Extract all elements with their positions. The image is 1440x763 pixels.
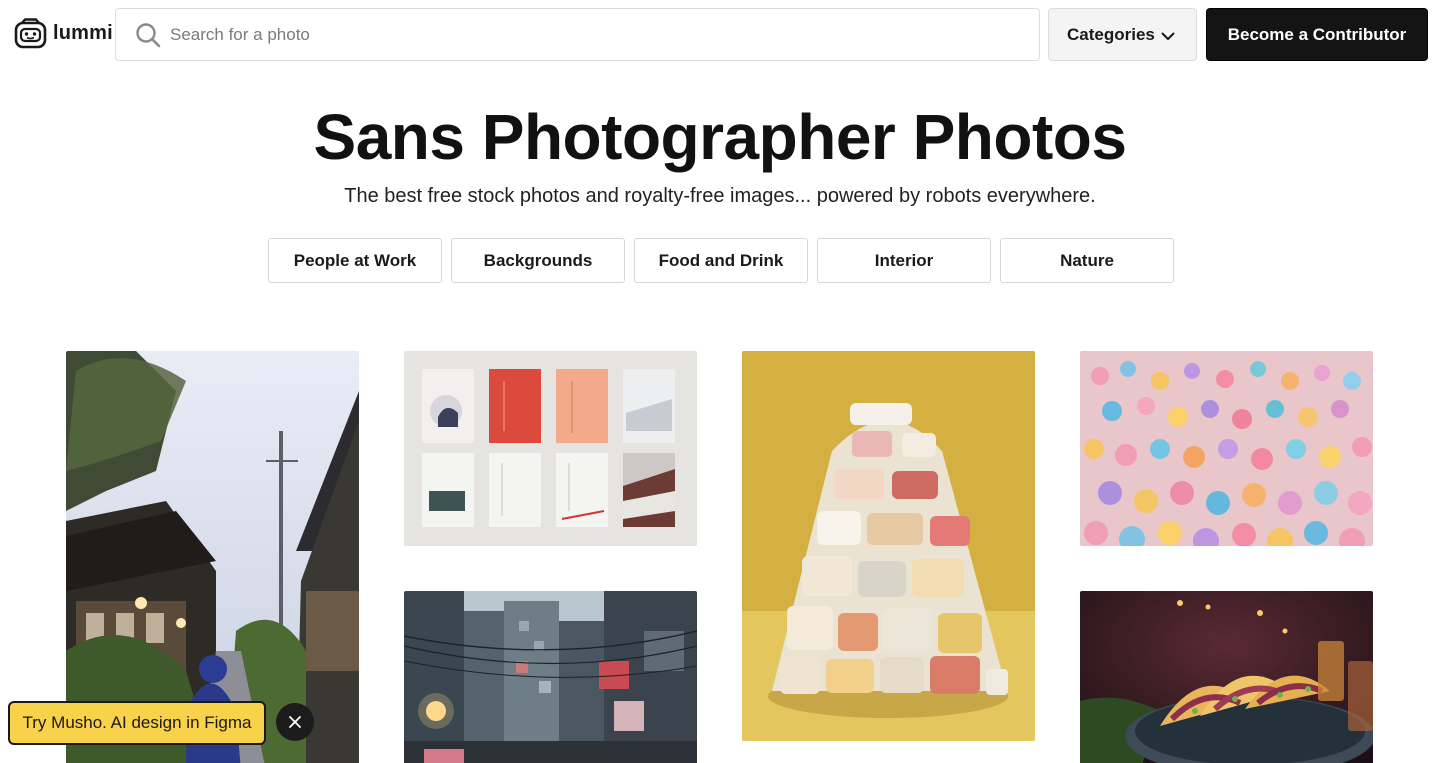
chevron-down-icon bbox=[1161, 32, 1175, 40]
chip-nature[interactable]: Nature bbox=[1000, 238, 1174, 283]
chip-interior[interactable]: Interior bbox=[817, 238, 991, 283]
become-contributor-button[interactable]: Become a Contributor bbox=[1206, 8, 1428, 61]
photo-pill-bottles[interactable] bbox=[742, 351, 1035, 741]
promo-close-button[interactable] bbox=[276, 703, 314, 741]
categories-label: Categories bbox=[1067, 24, 1155, 44]
photo-city-power-lines[interactable] bbox=[404, 591, 697, 763]
close-icon bbox=[289, 716, 301, 728]
search-bar bbox=[115, 8, 1040, 61]
musho-promo-banner[interactable]: Try Musho. AI design in Figma bbox=[8, 701, 266, 745]
photo-tacos[interactable] bbox=[1080, 591, 1373, 763]
top-bar: lummi Categories Become a Contributor bbox=[0, 0, 1440, 70]
search-icon bbox=[136, 23, 161, 48]
chip-backgrounds[interactable]: Backgrounds bbox=[451, 238, 625, 283]
categories-dropdown[interactable]: Categories bbox=[1048, 8, 1197, 61]
robot-face-icon bbox=[14, 18, 47, 49]
search-input[interactable] bbox=[170, 9, 1030, 60]
category-chips: People at Work Backgrounds Food and Drin… bbox=[268, 238, 1174, 283]
chip-people-at-work[interactable]: People at Work bbox=[268, 238, 442, 283]
logo-text: lummi bbox=[53, 22, 113, 44]
logo[interactable]: lummi bbox=[14, 18, 113, 49]
page-subtitle: The best free stock photos and royalty-f… bbox=[344, 185, 1096, 207]
photo-art-prints[interactable] bbox=[404, 351, 697, 546]
photo-heart-confetti[interactable] bbox=[1080, 351, 1373, 546]
chip-food-and-drink[interactable]: Food and Drink bbox=[634, 238, 808, 283]
page-title: Sans Photographer Photos bbox=[313, 101, 1127, 173]
